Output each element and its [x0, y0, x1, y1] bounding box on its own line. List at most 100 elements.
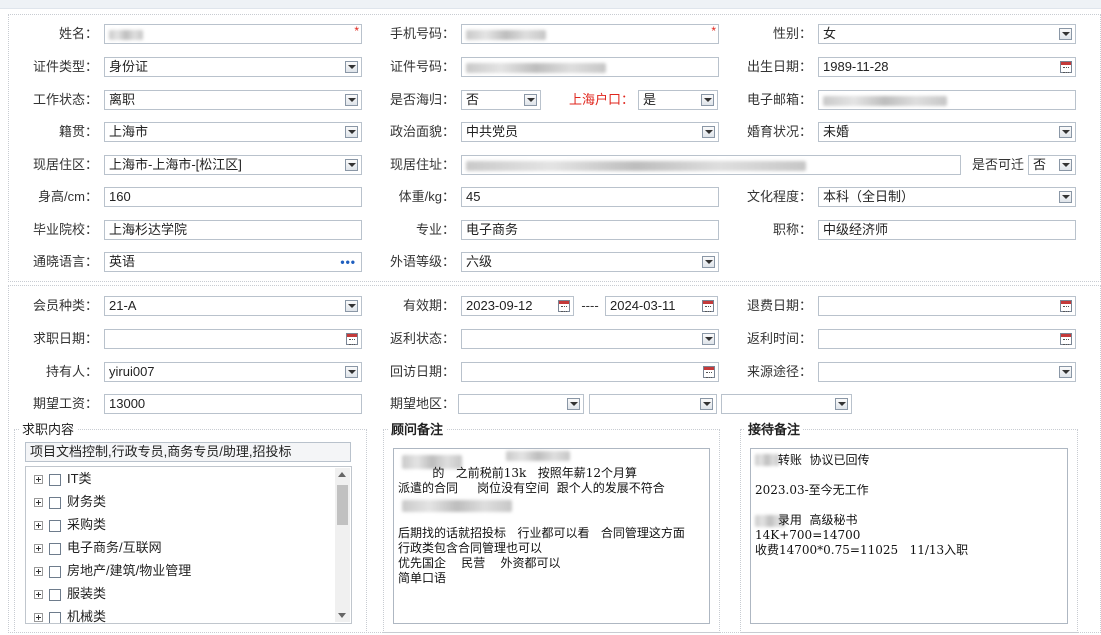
valid-to-field[interactable]: 2024-03-11 — [605, 296, 718, 316]
calendar-icon[interactable] — [703, 366, 715, 378]
expand-plus-icon[interactable] — [34, 521, 43, 531]
member-type-select[interactable]: 21-A — [104, 296, 362, 316]
shanghai-hukou-select[interactable]: 是 — [638, 90, 718, 110]
dropdown-arrow-icon[interactable] — [702, 333, 715, 345]
holder-select[interactable]: yirui007 — [104, 362, 362, 382]
email-field[interactable] — [818, 90, 1076, 110]
expand-plus-icon[interactable] — [34, 475, 43, 485]
revisit-date-field[interactable] — [461, 362, 719, 382]
checkbox[interactable] — [49, 611, 61, 623]
school-field[interactable]: 上海杉达学院 — [104, 220, 362, 240]
tree-item[interactable]: 采购类 — [26, 513, 351, 536]
tree-item[interactable]: 财务类 — [26, 490, 351, 513]
checkbox[interactable] — [49, 565, 61, 578]
valid-from-field[interactable]: 2023-09-12 — [461, 296, 574, 316]
tree-item[interactable]: IT类 — [26, 467, 351, 490]
scroll-down-icon[interactable] — [338, 613, 346, 618]
dropdown-arrow-icon[interactable] — [1059, 191, 1072, 203]
tree-item-label: 电子商务/互联网 — [67, 540, 162, 555]
calendar-icon[interactable] — [1060, 300, 1072, 312]
note-line: 简单口语 — [398, 571, 447, 585]
expand-plus-icon[interactable] — [34, 590, 43, 600]
address-field[interactable] — [461, 155, 961, 175]
reception-notes-textarea[interactable]: 转账 协议已回传 2023.03-至今无工作 录用 高级秘书 14K+700=147… — [750, 448, 1068, 624]
calendar-icon[interactable] — [346, 333, 358, 345]
title-field[interactable]: 中级经济师 — [818, 220, 1076, 240]
birth-date-field[interactable]: 1989-11-28 — [818, 57, 1076, 77]
height-field[interactable]: 160 — [104, 187, 362, 207]
expand-plus-icon[interactable] — [34, 567, 43, 577]
dropdown-arrow-icon[interactable] — [1059, 126, 1072, 138]
marital-select[interactable]: 未婚 — [818, 122, 1076, 142]
foreign-level-select[interactable]: 六级 — [461, 252, 719, 272]
note-line: 派遣的合同 岗位没有空间 跟个人的发展不符合 — [398, 481, 665, 495]
calendar-icon[interactable] — [1060, 333, 1072, 345]
residence-area-select[interactable]: 上海市-上海市-[松江区] — [104, 155, 362, 175]
expand-plus-icon[interactable] — [34, 613, 43, 623]
source-select[interactable] — [818, 362, 1076, 382]
marital-value: 未婚 — [823, 124, 850, 139]
returnee-select[interactable]: 否 — [461, 90, 541, 110]
phone-field[interactable]: * — [461, 24, 719, 44]
political-select[interactable]: 中共党员 — [461, 122, 719, 142]
dropdown-arrow-icon[interactable] — [1059, 28, 1072, 40]
tree-item[interactable]: 服装类 — [26, 582, 351, 605]
dropdown-arrow-icon[interactable] — [345, 94, 358, 106]
consultant-notes-textarea[interactable]: 的 之前税前13k 按照年薪12个月算 派遣的合同 岗位没有空间 跟个人的发展不符… — [393, 448, 710, 624]
native-select[interactable]: 上海市 — [104, 122, 362, 142]
dropdown-arrow-icon[interactable] — [700, 398, 713, 410]
dropdown-arrow-icon[interactable] — [1059, 159, 1072, 171]
dropdown-arrow-icon[interactable] — [345, 126, 358, 138]
dropdown-arrow-icon[interactable] — [835, 398, 848, 410]
calendar-icon[interactable] — [558, 300, 570, 312]
dropdown-arrow-icon[interactable] — [345, 300, 358, 312]
relocate-select[interactable]: 否 — [1028, 155, 1076, 175]
refund-date-field[interactable] — [818, 296, 1076, 316]
more-options-icon[interactable]: ••• — [340, 256, 356, 268]
dropdown-arrow-icon[interactable] — [1059, 366, 1072, 378]
gender-select[interactable]: 女 — [818, 24, 1076, 44]
checkbox[interactable] — [49, 542, 61, 555]
dropdown-arrow-icon[interactable] — [702, 256, 715, 268]
tree-scrollbar[interactable] — [335, 468, 350, 622]
foreign-level-label: 外语等级： — [389, 254, 455, 269]
dropdown-arrow-icon[interactable] — [701, 94, 714, 106]
region-province-select[interactable] — [458, 394, 584, 414]
work-status-select[interactable]: 离职 — [104, 90, 362, 110]
checkbox[interactable] — [49, 496, 61, 509]
note-line: 的 之前税前13k 按照年薪12个月算 — [398, 466, 638, 480]
rebate-time-field[interactable] — [818, 329, 1076, 349]
salary-field[interactable]: 13000 — [104, 394, 362, 414]
scroll-up-icon[interactable] — [338, 472, 346, 477]
region-district-select[interactable] — [721, 394, 852, 414]
dropdown-arrow-icon[interactable] — [345, 159, 358, 171]
job-date-field[interactable] — [104, 329, 362, 349]
calendar-icon[interactable] — [1060, 61, 1072, 73]
weight-field[interactable]: 45 — [461, 187, 719, 207]
dropdown-arrow-icon[interactable] — [345, 366, 358, 378]
tree-item[interactable]: 机械类 — [26, 605, 351, 623]
shanghai-hukou-value: 是 — [643, 92, 657, 107]
tree-item[interactable]: 电子商务/互联网 — [26, 536, 351, 559]
checkbox[interactable] — [49, 519, 61, 532]
name-field[interactable]: * — [104, 24, 362, 44]
tree-item[interactable]: 房地产/建筑/物业管理 — [26, 559, 351, 582]
language-field[interactable]: 英语 ••• — [104, 252, 362, 272]
id-no-field[interactable] — [461, 57, 719, 77]
dropdown-arrow-icon[interactable] — [567, 398, 580, 410]
expand-plus-icon[interactable] — [34, 498, 43, 508]
dropdown-arrow-icon[interactable] — [524, 94, 537, 106]
job-category-tree[interactable]: IT类 财务类 采购类电子商务/互联网房地产/建筑/物业管理 服装类 机械类 — [25, 466, 352, 624]
dropdown-arrow-icon[interactable] — [702, 126, 715, 138]
checkbox[interactable] — [49, 473, 61, 486]
expand-plus-icon[interactable] — [34, 544, 43, 554]
major-field[interactable]: 电子商务 — [461, 220, 719, 240]
region-city-select[interactable] — [589, 394, 717, 414]
dropdown-arrow-icon[interactable] — [345, 61, 358, 73]
rebate-status-select[interactable] — [461, 329, 719, 349]
checkbox[interactable] — [49, 588, 61, 601]
calendar-icon[interactable] — [702, 300, 714, 312]
scroll-thumb[interactable] — [337, 485, 348, 525]
id-type-select[interactable]: 身份证 — [104, 57, 362, 77]
education-select[interactable]: 本科（全日制） — [818, 187, 1076, 207]
